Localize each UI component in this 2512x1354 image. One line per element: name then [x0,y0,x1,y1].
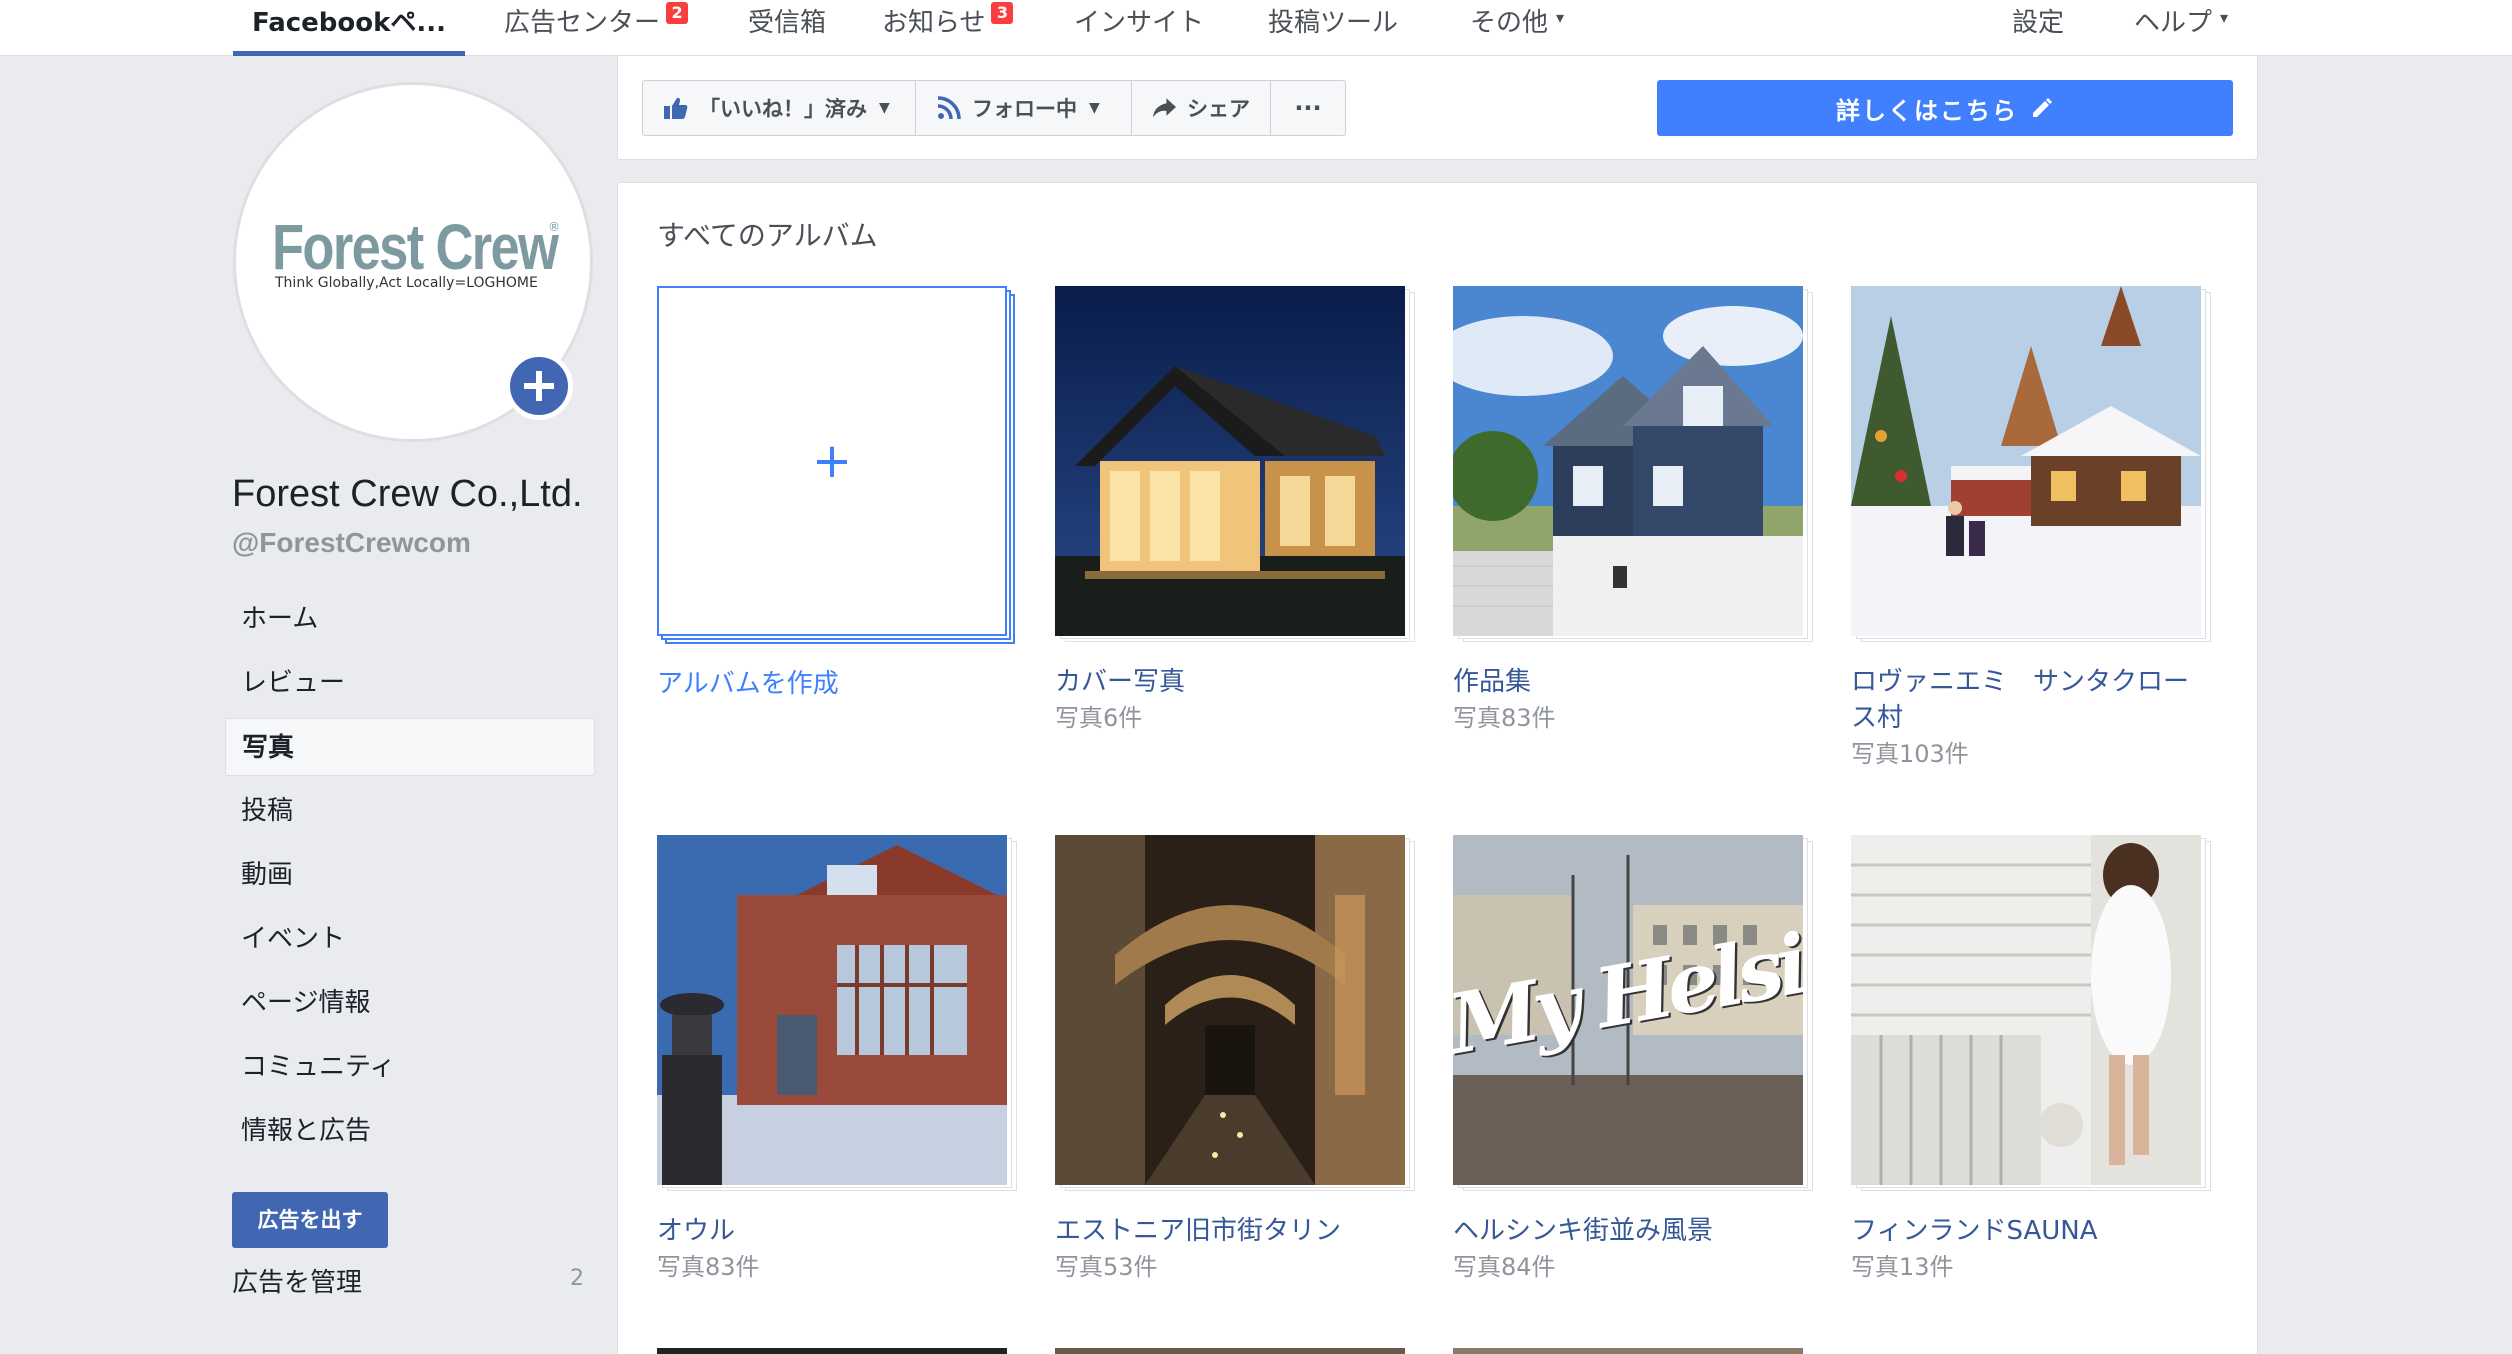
logo-title: Forest Crew [272,211,559,283]
album-thumbnail[interactable] [1851,286,2201,636]
album-thumbnail[interactable] [1851,835,2201,1185]
manage-ads-link[interactable]: 広告を管理 [232,1262,362,1299]
album-thumbnail[interactable]: My Helsinki [1453,835,1803,1185]
album-thumbnail-partial[interactable] [657,1348,1007,1354]
album-cover-image [1453,286,1803,636]
album-thumbnail[interactable] [1055,286,1405,636]
tab-label: Facebookペ... [251,8,447,38]
learn-more-label: 詳しくはこちら [1836,96,2018,125]
tab-insights[interactable]: インサイト [1074,0,1204,56]
plus-icon: + [811,433,853,489]
sidebar-item-reviews[interactable]: レビュー [225,654,595,712]
album-cover-image [1851,286,2201,636]
liked-button[interactable]: 「いいね！」済み ▼ [643,81,916,135]
album-photo-count: 写真6件 [1055,704,1143,732]
album-cover-image [1851,835,2201,1185]
sidebar-item-photos[interactable]: 写真 [225,718,595,776]
tab-label: お知らせ [882,8,986,38]
album-thumbnail-partial[interactable] [1453,1348,1803,1354]
notification-badge: 3 [991,2,1014,24]
album-thumbnail-partial[interactable] [1055,1348,1405,1354]
sidebar-item-community[interactable]: コミュニティ [225,1038,595,1096]
rss-icon [937,96,961,120]
album-cover-image [1055,286,1405,636]
more-dots-icon: ··· [1294,94,1322,122]
tab-help[interactable]: ヘルプ ▾ [2134,0,2228,56]
tab-facebook-page[interactable]: Facebookペ... [233,0,465,56]
album-title[interactable]: 作品集 [1453,664,1813,700]
tab-inbox[interactable]: 受信箱 [748,0,826,56]
notification-badge: 2 [666,2,689,24]
album-photo-count: 写真53件 [1055,1253,1158,1281]
album-thumbnail[interactable] [1453,286,1803,636]
plus-icon [524,371,554,401]
sidebar-item-videos[interactable]: 動画 [225,846,595,904]
action-button-group: 「いいね！」済み ▼ フォロー中 ▼ シェア ··· [642,80,1346,136]
album-title[interactable]: フィンランドSAUNA [1851,1213,2211,1249]
top-navigation: Facebookペ... 広告センター 2 受信箱 お知らせ 3 インサイト 投… [0,0,2512,56]
sidebar-item-about[interactable]: ページ情報 [225,974,595,1032]
tab-label: 設定 [2012,8,2065,38]
following-button[interactable]: フォロー中 ▼ [916,81,1132,135]
album-photo-count: 写真13件 [1851,1253,1954,1281]
album-photo-count: 写真83件 [1453,704,1556,732]
caret-down-icon: ▼ [879,100,890,116]
tab-label: ヘルプ [2134,8,2213,38]
logo-registered-mark: ® [548,220,560,234]
create-album-label[interactable]: アルバムを作成 [657,666,1017,702]
album-title[interactable]: エストニア旧市街タリン [1055,1213,1415,1249]
more-options-button[interactable]: ··· [1271,81,1345,135]
manage-ads-count: 2 [570,1266,584,1291]
album-title[interactable]: オウル [657,1213,1017,1249]
tab-more[interactable]: その他 ▾ [1470,0,1564,56]
caret-down-icon: ▼ [1089,100,1100,116]
tab-label: 投稿ツール [1268,8,1399,38]
album-thumbnail[interactable] [1055,835,1405,1185]
album-photo-count: 写真103件 [1851,740,1969,768]
album-cover-image [657,835,1007,1185]
following-label: フォロー中 [972,97,1077,121]
album-photo-count: 写真83件 [657,1253,760,1281]
albums-header: すべてのアルバム [657,219,878,252]
promote-button[interactable]: 広告を出す [232,1192,388,1248]
liked-label: 「いいね！」済み [699,97,867,121]
tab-settings[interactable]: 設定 [2012,0,2064,56]
thumbs-up-icon [664,97,688,119]
share-arrow-icon [1152,98,1177,118]
sidebar-item-home[interactable]: ホーム [225,590,595,648]
pencil-icon [2033,98,2052,117]
sidebar-item-info-and-ads[interactable]: 情報と広告 [225,1102,595,1160]
tab-label: その他 [1470,8,1549,38]
tab-ad-center[interactable]: 広告センター 2 [504,0,689,56]
tab-publishing-tools[interactable]: 投稿ツール [1268,0,1398,56]
album-photo-count: 写真84件 [1453,1253,1556,1281]
share-button[interactable]: シェア [1132,81,1271,135]
learn-more-button[interactable]: 詳しくはこちら [1657,80,2233,136]
sidebar-item-events[interactable]: イベント [225,910,595,968]
page-name[interactable]: Forest Crew Co.,Ltd. [232,473,583,516]
tab-label: 受信箱 [748,8,827,38]
album-cover-image [1055,835,1405,1185]
tab-notifications[interactable]: お知らせ 3 [882,0,1014,56]
add-profile-photo-button[interactable] [505,352,573,420]
album-title[interactable]: ヘルシンキ街並み風景 [1453,1213,1813,1249]
album-title[interactable]: カバー写真 [1055,664,1415,700]
album-thumbnail[interactable] [657,835,1007,1185]
sidebar-item-posts[interactable]: 投稿 [225,782,595,840]
caret-down-icon: ▾ [1556,8,1565,27]
tab-label: インサイト [1074,8,1205,38]
tab-label: 広告センター [504,8,661,38]
album-title[interactable]: ロヴァニエミ サンタクロース村 [1851,664,2211,736]
share-label: シェア [1187,97,1250,121]
caret-down-icon: ▾ [2220,8,2229,27]
logo-tagline: Think Globally,Act Locally=LOGHOME [275,275,538,291]
page-handle[interactable]: @ForestCrewcom [232,527,471,559]
